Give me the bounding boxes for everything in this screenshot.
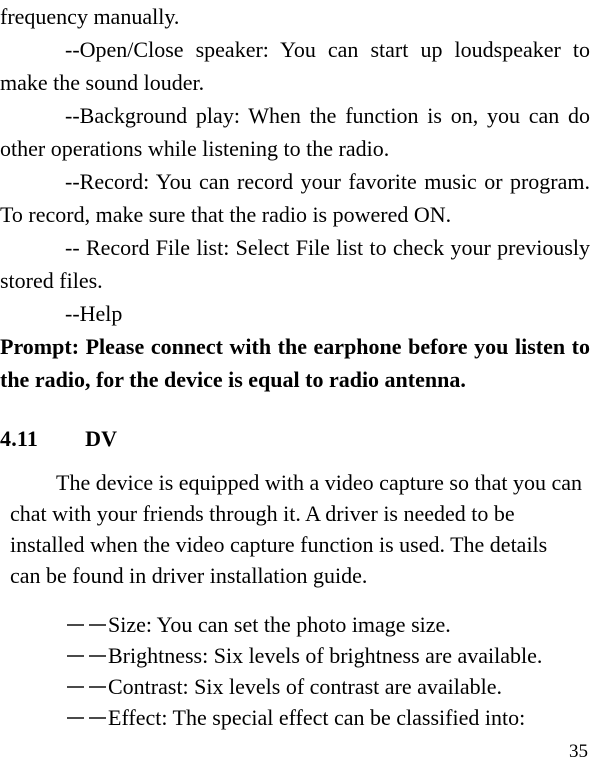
list-item: Effect: The special effect can be classi… (0, 702, 590, 733)
paragraph-prompt: Prompt: Please connect with the earphone… (0, 334, 590, 392)
list-item: Size: You can set the photo image size. (0, 609, 590, 640)
body-text-block: frequency manually. --Open/Close speaker… (0, 0, 590, 396)
list-top-spacer (0, 591, 590, 609)
list-item-label: Brightness: Six levels of brightness are… (108, 643, 543, 668)
section-heading-title: DV (85, 426, 118, 451)
list-item: Brightness: Six levels of brightness are… (0, 640, 590, 671)
page-content: frequency manually. --Open/Close speaker… (0, 0, 590, 733)
paragraph-runover: frequency manually. (0, 4, 180, 29)
double-dash-icon (67, 702, 108, 733)
section-heading: 4.11 DV (0, 422, 590, 455)
list-item-label: Contrast: Six levels of contrast are ava… (108, 674, 503, 699)
list-item-label: Size: You can set the photo image size. (108, 612, 451, 637)
list-item: Contrast: Six levels of contrast are ava… (0, 671, 590, 702)
list-item-label: Effect: The special effect can be classi… (108, 705, 526, 730)
section-heading-number: 4.11 (0, 426, 39, 451)
heading-bottom-spacer (0, 455, 590, 467)
paragraph-open-close-speaker: --Open/Close speaker: You can start up l… (0, 37, 590, 95)
paragraph-background-play: --Background play: When the function is … (0, 103, 590, 161)
section-intro-paragraph: The device is equipped with a video capt… (10, 470, 582, 588)
document-page: frequency manually. --Open/Close speaker… (0, 0, 590, 769)
double-dash-icon (67, 671, 108, 702)
paragraph-record: --Record: You can record your favorite m… (0, 169, 590, 227)
double-dash-icon (67, 640, 108, 671)
paragraph-record-file-list: -- Record File list: Select File list to… (0, 235, 590, 293)
paragraph-help: --Help (65, 301, 123, 326)
page-number: 35 (569, 741, 588, 762)
heading-top-spacer (0, 396, 590, 422)
double-dash-icon (67, 609, 108, 640)
feature-dash-list: Size: You can set the photo image size. … (0, 609, 590, 733)
